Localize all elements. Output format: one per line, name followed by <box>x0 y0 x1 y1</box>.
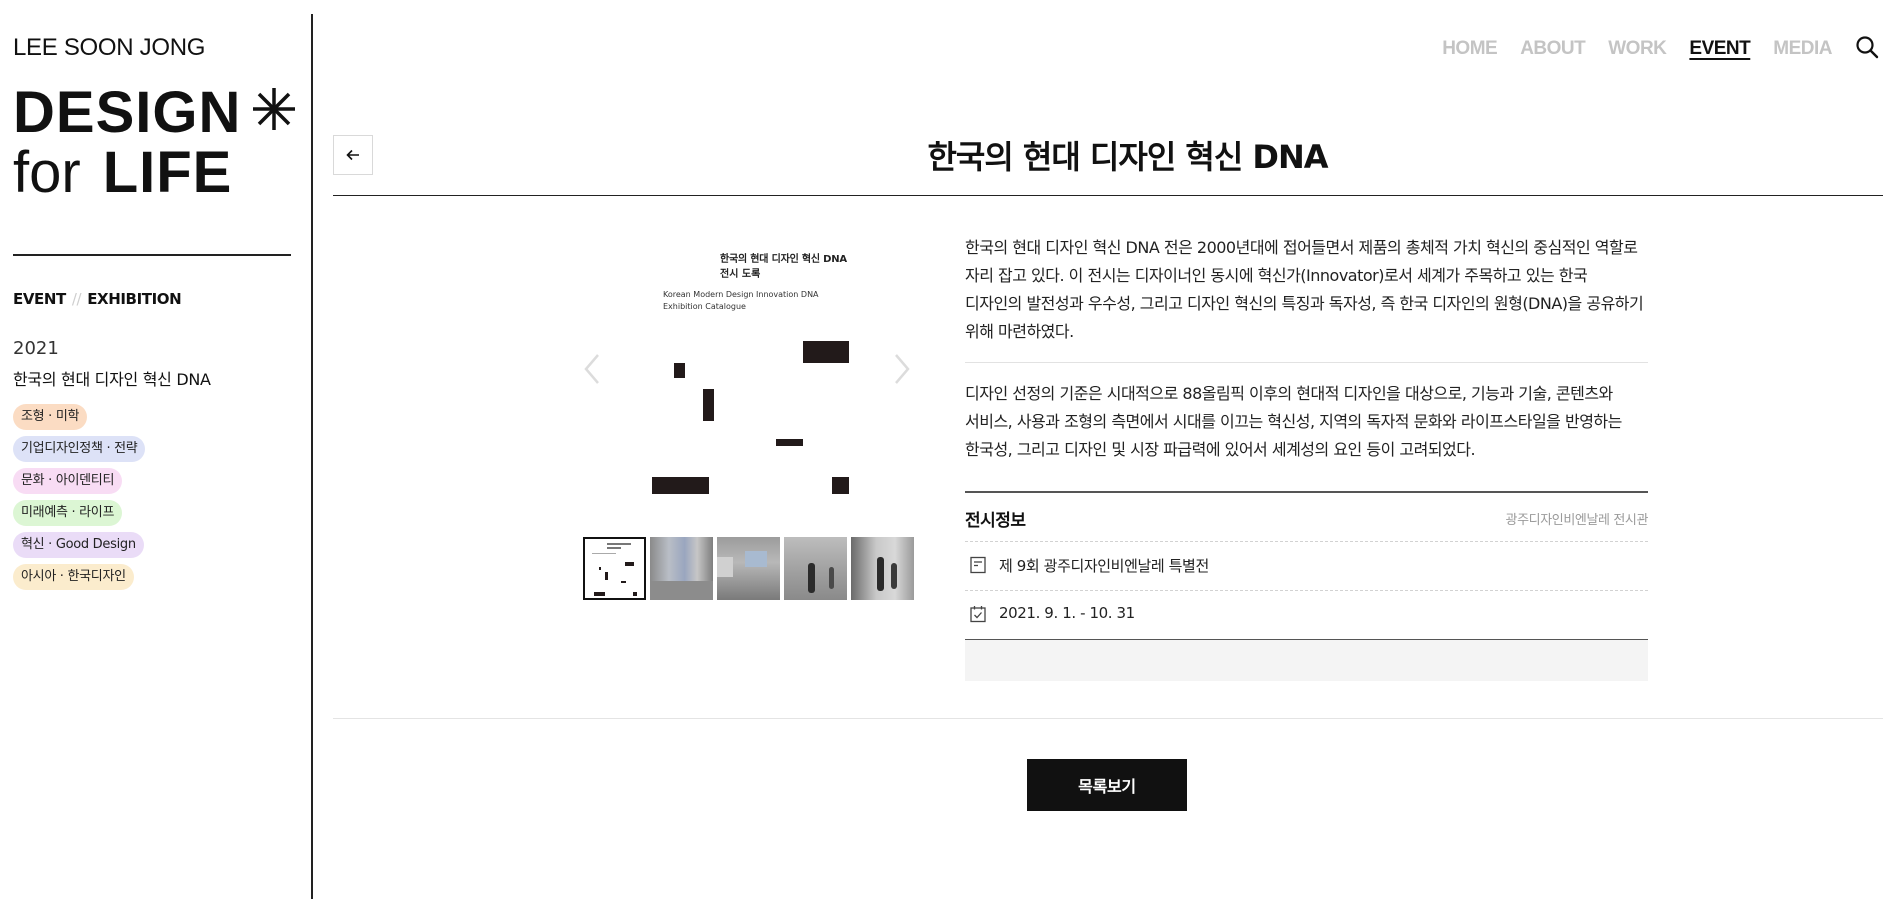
title-divider <box>333 195 1883 196</box>
main-nav: HOME ABOUT WORK EVENT MEDIA <box>1442 36 1832 62</box>
breadcrumb-separator: // <box>71 290 82 308</box>
logo-line-for-life: for LIFE <box>13 140 232 206</box>
nav-about[interactable]: ABOUT <box>1520 36 1586 62</box>
cover-graphic-block <box>832 477 849 494</box>
description-divider <box>965 362 1648 363</box>
cover-english-subtitle: Exhibition Catalogue <box>663 302 746 311</box>
cover-subtitle: 전시 도록 <box>720 269 761 280</box>
tag-future-life[interactable]: 미래예측 · 라이프 <box>13 500 123 526</box>
sidebar-divider <box>13 254 291 256</box>
content-bottom-divider <box>333 718 1883 719</box>
brand-name[interactable]: LEE SOON JONG <box>13 34 205 62</box>
cover-graphic-block <box>652 477 709 494</box>
tag-innovation-good-design[interactable]: 혁신 · Good Design <box>13 532 144 558</box>
thumbnail-3[interactable] <box>717 537 780 600</box>
nav-home[interactable]: HOME <box>1442 36 1498 62</box>
search-icon[interactable] <box>1855 35 1879 59</box>
thumbnail-2[interactable] <box>650 537 713 600</box>
asterisk-icon <box>253 88 295 130</box>
cover-english-title: Korean Modern Design Innovation DNA <box>663 290 819 299</box>
logo-word-life: LIFE <box>102 140 233 205</box>
chevron-left-icon[interactable] <box>582 352 602 386</box>
info-row-event: 제 9회 광주디자인비엔날레 특별전 <box>965 550 1648 580</box>
chevron-right-icon[interactable] <box>892 352 912 386</box>
description-text-2: 디자인 선정의 기준은 시대적으로 88올림픽 이후의 현대적 디자인을 대상으… <box>965 384 1622 459</box>
thumbnail-strip <box>583 537 914 600</box>
breadcrumb-event[interactable]: EVENT <box>13 290 66 308</box>
cover-graphic-block <box>803 341 849 363</box>
event-name: 제 9회 광주디자인비엔날레 특별전 <box>999 557 1209 575</box>
cover-title: 한국의 현대 디자인 혁신 DNA <box>720 254 847 265</box>
thumbnail-1[interactable] <box>583 537 646 600</box>
logo-line-design: DESIGN <box>13 80 242 145</box>
document-icon <box>970 556 986 574</box>
info-divider <box>965 541 1648 542</box>
thumbnail-5[interactable] <box>851 537 914 600</box>
thumbnail-4[interactable] <box>784 537 847 600</box>
nav-media[interactable]: MEDIA <box>1773 36 1832 62</box>
exhibition-info-heading: 전시정보 <box>965 511 1026 531</box>
logo-word-for: for <box>13 140 81 205</box>
tag-corporate-strategy[interactable]: 기업디자인정책 · 전략 <box>13 436 146 462</box>
image-gallery: 한국의 현대 디자인 혁신 DNA 전시 도록 Korean Modern De… <box>570 230 920 600</box>
arrow-left-icon <box>346 149 359 161</box>
breadcrumb-exhibition[interactable]: EXHIBITION <box>87 290 181 308</box>
nav-event[interactable]: EVENT <box>1689 36 1750 62</box>
info-top-rule <box>965 491 1648 493</box>
sidebar-vertical-rule <box>311 14 313 899</box>
nav-work[interactable]: WORK <box>1608 36 1667 62</box>
exhibition-period: 2021. 9. 1. - 10. 31 <box>999 604 1135 622</box>
info-row-period: 2021. 9. 1. - 10. 31 <box>965 599 1648 629</box>
calendar-check-icon <box>970 606 986 623</box>
exhibition-venue: 광주디자인비엔날레 전시관 <box>1505 513 1649 528</box>
tag-culture-identity[interactable]: 문화 · 아이덴티티 <box>13 468 123 494</box>
description-paragraph-2: 디자인 선정의 기준은 시대적으로 88올림픽 이후의 현대적 디자인을 대상으… <box>965 380 1648 464</box>
cover-graphic-block <box>703 389 714 421</box>
info-footer-panel <box>965 640 1648 681</box>
page-title: 한국의 현대 디자인 혁신 DNA <box>927 138 1328 176</box>
exhibition-info-header: 전시정보 광주디자인비엔날레 전시관 <box>965 504 1648 534</box>
cover-graphic-block <box>674 363 685 378</box>
breadcrumb: EVENT // EXHIBITION <box>13 290 182 308</box>
sidebar-event-title: 한국의 현대 디자인 혁신 DNA <box>13 370 211 389</box>
cover-graphic-block <box>776 439 803 446</box>
catalogue-cover-image[interactable]: 한국의 현대 디자인 혁신 DNA 전시 도록 Korean Modern De… <box>652 230 849 510</box>
tag-form-aesthetics[interactable]: 조형 · 미학 <box>13 404 88 430</box>
list-view-button[interactable]: 목록보기 <box>1027 759 1187 811</box>
back-button[interactable] <box>333 135 373 175</box>
site-logo[interactable]: DESIGN for LIFE <box>13 80 298 205</box>
description-paragraph-1: 한국의 현대 디자인 혁신 DNA 전은 2000년대에 접어들면서 제품의 총… <box>965 234 1648 346</box>
info-divider <box>965 590 1648 591</box>
event-year: 2021 <box>13 338 59 359</box>
tag-asia-korea-design[interactable]: 아시아 · 한국디자인 <box>13 564 134 590</box>
description-text-1: 한국의 현대 디자인 혁신 DNA 전은 2000년대에 접어들면서 제품의 총… <box>965 238 1644 341</box>
sidebar: LEE SOON JONG DESIGN for LIFE EVENT // EXHI… <box>0 0 312 906</box>
